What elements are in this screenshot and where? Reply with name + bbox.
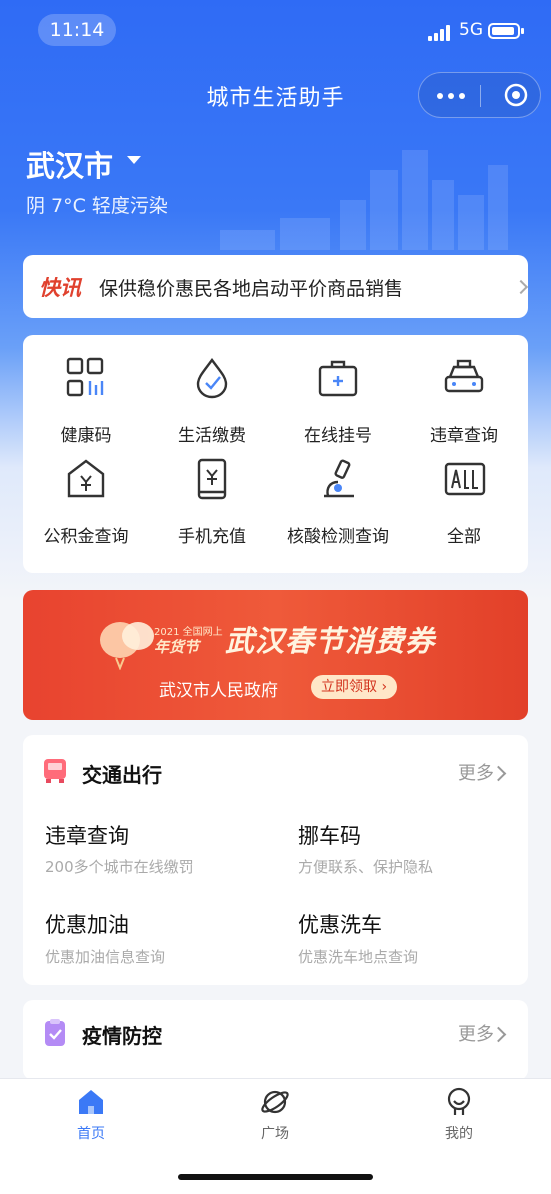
more-dots-icon[interactable] bbox=[437, 93, 467, 99]
service-health-code[interactable]: 健康码 bbox=[23, 335, 149, 446]
lantern-icon bbox=[100, 622, 154, 670]
item-subtitle: 方便联系、保护隐私 bbox=[298, 858, 434, 876]
more-link[interactable]: 更多 bbox=[458, 1020, 494, 1046]
house-yuan-icon bbox=[67, 459, 105, 498]
item-title: 优惠加油 bbox=[45, 913, 129, 937]
city-selector[interactable]: 武汉市 bbox=[26, 143, 113, 185]
planet-icon bbox=[261, 1090, 289, 1114]
signal-icon bbox=[428, 25, 452, 41]
tab-mine[interactable]: 我的 bbox=[399, 1087, 519, 1147]
user-icon bbox=[447, 1087, 471, 1115]
tab-plaza[interactable]: 广场 bbox=[215, 1087, 335, 1147]
microscope-icon bbox=[324, 459, 354, 498]
battery-icon bbox=[488, 23, 520, 39]
more-link[interactable]: 更多 bbox=[458, 759, 494, 785]
water-drop-icon bbox=[196, 357, 228, 399]
claim-button[interactable]: 立即领取 › bbox=[311, 675, 398, 699]
qr-code-icon bbox=[66, 357, 104, 397]
promo-banner[interactable]: 2021 全国网上 年货节 武汉春节消费券 武汉市人民政府 立即领取 › bbox=[23, 590, 528, 720]
phone-yuan-icon bbox=[197, 458, 227, 500]
all-icon bbox=[444, 462, 486, 496]
service-housing-fund[interactable]: 公积金查询 bbox=[23, 436, 149, 547]
service-online-registration[interactable]: 在线挂号 bbox=[275, 335, 401, 446]
chevron-down-icon[interactable] bbox=[127, 156, 141, 164]
tab-home[interactable]: 首页 bbox=[31, 1087, 151, 1147]
service-label: 核酸检测查询 bbox=[287, 527, 389, 547]
tab-label: 我的 bbox=[445, 1126, 473, 1142]
mini-program-capsule bbox=[418, 72, 541, 118]
news-headline[interactable]: 保供稳价惠民各地启动平价商品销售 bbox=[99, 274, 403, 301]
close-target-icon[interactable] bbox=[503, 82, 529, 108]
car-icon bbox=[444, 359, 484, 393]
news-tag: 快讯 bbox=[39, 276, 81, 300]
status-bar: 11:14 5G bbox=[0, 14, 551, 48]
tab-label: 首页 bbox=[77, 1126, 105, 1142]
service-phone-recharge[interactable]: 手机充值 bbox=[149, 436, 275, 547]
city-skyline-illustration bbox=[220, 150, 508, 250]
service-all[interactable]: 全部 bbox=[401, 436, 527, 547]
service-utility-bill[interactable]: 生活缴费 bbox=[149, 335, 275, 446]
medical-kit-icon bbox=[318, 360, 358, 397]
weather-info: 阴 7°C 轻度污染 bbox=[26, 195, 168, 217]
home-icon bbox=[79, 1090, 103, 1114]
banner-title: 武汉春节消费券 bbox=[225, 624, 436, 658]
item-title: 挪车码 bbox=[298, 824, 361, 848]
traffic-section: 交通出行 更多 违章查询 200多个城市在线缴罚 挪车码 方便联系、保护隐私 优… bbox=[23, 735, 528, 985]
section-title: 疫情防控 bbox=[82, 1024, 162, 1048]
service-traffic-violation[interactable]: 违章查询 bbox=[401, 335, 527, 446]
service-label: 公积金查询 bbox=[43, 527, 129, 547]
service-label: 全部 bbox=[447, 527, 481, 547]
item-subtitle: 200多个城市在线缴罚 bbox=[45, 858, 194, 876]
item-title: 违章查询 bbox=[45, 824, 129, 848]
section-title: 交通出行 bbox=[82, 763, 162, 787]
banner-org: 武汉市人民政府 bbox=[159, 681, 278, 701]
service-nucleic-test[interactable]: 核酸检测查询 bbox=[275, 436, 401, 547]
news-ticker[interactable]: 快讯 保供稳价惠民各地启动平价商品销售 bbox=[23, 255, 529, 318]
home-indicator bbox=[178, 1174, 373, 1180]
tab-label: 广场 bbox=[261, 1126, 289, 1142]
epidemic-section: 疫情防控 更多 bbox=[23, 1000, 528, 1080]
item-title: 优惠洗车 bbox=[298, 913, 382, 937]
banner-event: 年货节 bbox=[154, 638, 200, 656]
network-label: 5G bbox=[459, 20, 483, 40]
chevron-right-icon bbox=[513, 279, 529, 295]
bus-icon bbox=[44, 759, 66, 783]
item-subtitle: 优惠洗车地点查询 bbox=[298, 948, 419, 966]
item-subtitle: 优惠加油信息查询 bbox=[45, 948, 166, 966]
clipboard-icon bbox=[45, 1019, 65, 1046]
status-time: 11:14 bbox=[38, 14, 116, 46]
service-grid: 健康码 生活缴费 在线挂号 违章查询 公积金查询 手机充值 核酸检测查询 全部 bbox=[23, 335, 528, 573]
service-label: 手机充值 bbox=[178, 527, 246, 547]
